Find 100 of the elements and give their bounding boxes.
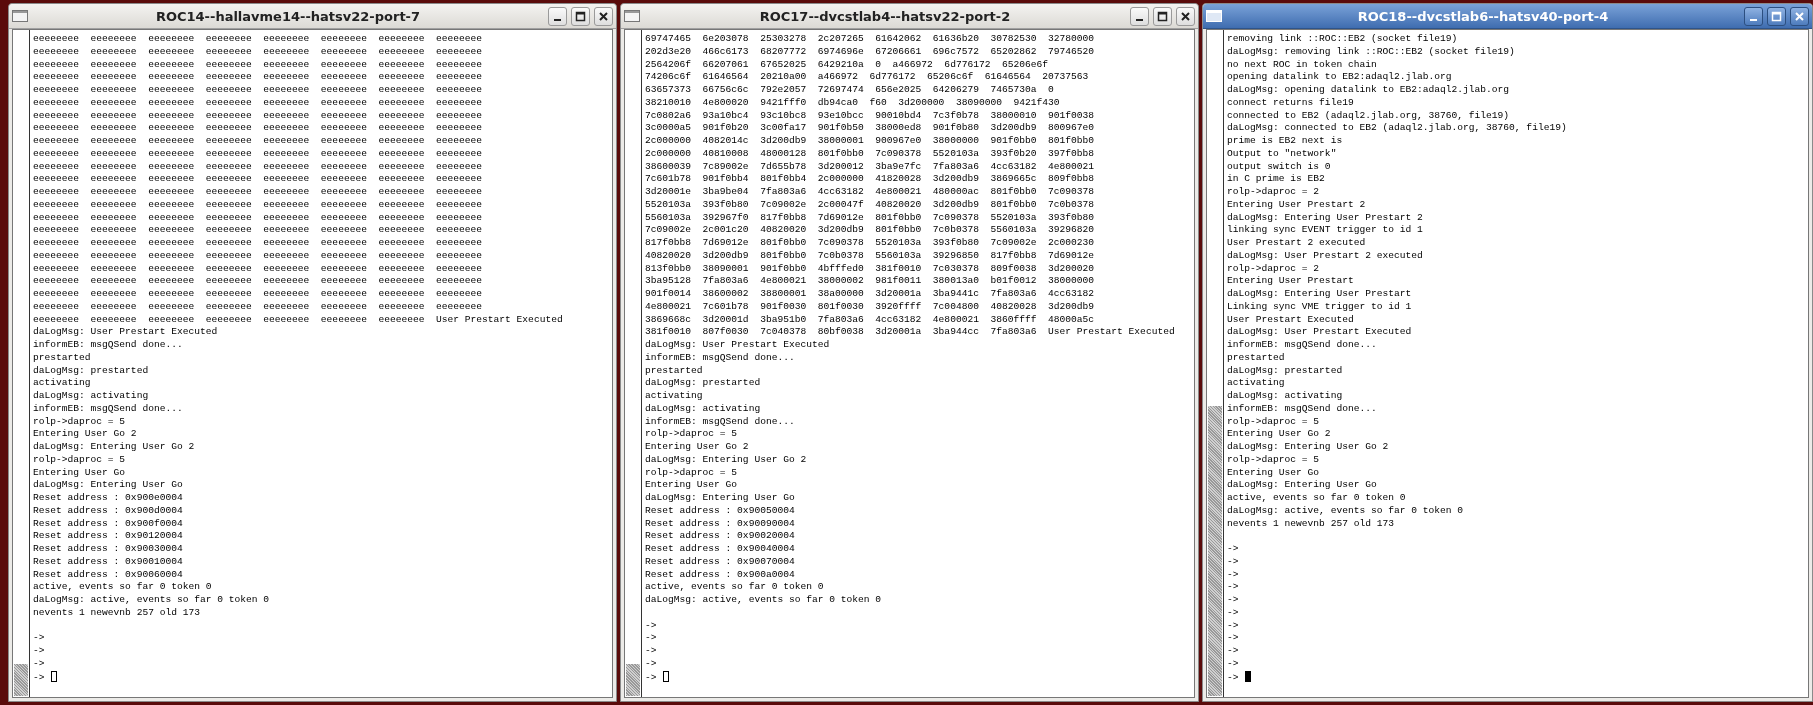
terminal-line: in C prime is EB2 bbox=[1227, 173, 1326, 186]
terminal-line: Reset address : 0x90030004 bbox=[33, 543, 184, 556]
shell-prompt: -> bbox=[1227, 581, 1239, 593]
terminal-line: prestarted bbox=[33, 351, 92, 365]
terminal-line: 69747465 6e203078 25303278 2c207265 61642062 61636b20 30782530 32780000 bbox=[645, 33, 1096, 46]
terminal-line: Reset address : 0x90060004 bbox=[33, 568, 184, 582]
terminal-line: Entering User Prestart 2 bbox=[1227, 198, 1367, 212]
terminal-line: activating bbox=[33, 377, 92, 390]
maximize-icon bbox=[1157, 10, 1168, 22]
terminal-line: 3ba95128 7fa803a6 4e800021 38000002 981f0011 380013a0 b01f0012 38000000 bbox=[645, 275, 1096, 288]
terminal-line: removing link ::ROC::EB2 (socket file19) bbox=[1227, 33, 1459, 46]
terminal-line: 63657373 66756c6c 792e2057 72697474 656e2025 64206279 7465730a 0 bbox=[645, 84, 1055, 97]
terminal-line: output switch is 0 bbox=[1227, 160, 1332, 174]
window-title: ROC14--hallavme14--hatsv22-port-7 bbox=[154, 8, 422, 24]
terminal-line: 7c601b78 901f0bb4 801f0bb4 2c000000 41820028 3d200db9 3869665c 809f0bb8 bbox=[645, 173, 1096, 186]
terminal-line: eeeeeeee eeeeeeee eeeeeeee eeeeeeee eeeeeeee eeeeeeee eeeeeeee eeeeeeee bbox=[33, 224, 484, 237]
terminal-line: daLogMsg: prestarted bbox=[1227, 364, 1344, 378]
terminal-line: eeeeeeee eeeeeeee eeeeeeee eeeeeeee eeeeeeee eeeeeeee eeeeeeee eeeeeeee bbox=[33, 300, 484, 314]
minimize-button[interactable] bbox=[1744, 6, 1763, 26]
terminal-line: 40820020 3d200db9 801f0bb0 7c0b0378 5560103a 39296850 817f0bb8 7d69012e bbox=[645, 249, 1096, 263]
maximize-icon bbox=[575, 10, 586, 22]
shell-prompt: -> bbox=[1227, 568, 1239, 580]
terminal-line: connect returns file19 bbox=[1227, 96, 1355, 110]
terminal-line: opening datalink to EB2:adaql2.jlab.org bbox=[1227, 71, 1453, 84]
terminal-line: Reset address : 0x90120004 bbox=[33, 530, 184, 543]
terminal-line: Entering User Go bbox=[33, 466, 127, 480]
terminal-line: connected to EB2 (adaql2.jlab.org, 38760, file19) bbox=[1227, 109, 1511, 123]
close-button[interactable] bbox=[594, 6, 613, 26]
close-button[interactable] bbox=[1176, 6, 1195, 26]
terminal-line: daLogMsg: Entering User Go 2 bbox=[1227, 441, 1390, 454]
terminal-line: prime is EB2 next is bbox=[1227, 135, 1344, 148]
window-title: ROC18--dvcstlab6--hatsv40-port-4 bbox=[1356, 8, 1610, 24]
terminal-line: daLogMsg: Entering User Go bbox=[645, 492, 796, 505]
terminal-line: informEB: msgQSend done... bbox=[645, 351, 796, 365]
shell-prompt: -> bbox=[1227, 657, 1239, 669]
terminal-line: rolp->daproc = 5 bbox=[645, 466, 739, 480]
close-icon bbox=[1794, 10, 1805, 22]
shell-prompt: -> bbox=[645, 657, 657, 669]
terminal-line: 4e800021 7c601b78 901f0030 801f0030 3920ffff 7c004800 40820028 3d200db9 bbox=[645, 300, 1096, 314]
terminal-line: Entering User Go bbox=[1227, 466, 1321, 480]
maximize-button[interactable] bbox=[571, 6, 590, 26]
terminal-line: daLogMsg: Entering User Prestart 2 bbox=[1227, 211, 1424, 225]
terminal-line: 74206c6f 61646564 20210a00 a466972 6d776172 65206c6f 61646564 20737563 bbox=[645, 71, 1090, 84]
scrollbar[interactable] bbox=[625, 30, 642, 697]
terminal-line: eeeeeeee eeeeeeee eeeeeeee eeeeeeee eeeeeeee eeeeeeee eeeeeeee eeeeeeee bbox=[33, 84, 484, 97]
minimize-button[interactable] bbox=[1130, 6, 1149, 26]
terminal-line: eeeeeeee eeeeeeee eeeeeeee eeeeeeee eeeeeeee eeeeeeee eeeeeeee eeeeeeee bbox=[33, 71, 484, 84]
terminal-line: Entering User Go 2 bbox=[645, 441, 750, 454]
terminal-line: daLogMsg: prestarted bbox=[645, 377, 762, 390]
shell-prompt: -> bbox=[1227, 594, 1239, 605]
terminal-line: eeeeeeee eeeeeeee eeeeeeee eeeeeeee eeeeeeee eeeeeeee eeeeeeee User Prestart Executed bbox=[33, 313, 564, 327]
terminal-line: Output to "network" bbox=[1227, 147, 1338, 161]
terminal-line: prestarted bbox=[1227, 351, 1286, 365]
window-menu-icon[interactable] bbox=[12, 10, 28, 22]
window-title: ROC17--dvcstlab4--hatsv22-port-2 bbox=[758, 8, 1012, 24]
scrollbar[interactable] bbox=[13, 30, 30, 697]
terminal-line: daLogMsg: Entering User Prestart bbox=[1227, 288, 1413, 301]
terminal-line: active, events so far 0 token 0 bbox=[1227, 492, 1407, 505]
terminal-line: eeeeeeee eeeeeeee eeeeeeee eeeeeeee eeeeeeee eeeeeeee eeeeeeee eeeeeeee bbox=[33, 186, 484, 199]
terminal-line: Reset address : 0x90040004 bbox=[645, 543, 796, 556]
terminal-line: nevents 1 newevnb 257 old 173 bbox=[33, 606, 201, 620]
close-button[interactable] bbox=[1790, 6, 1809, 26]
terminal-line: User Prestart Executed bbox=[1227, 313, 1355, 327]
terminal-line: daLogMsg: connected to EB2 (adaql2.jlab.org, 38760, file19) bbox=[1227, 122, 1568, 135]
terminal-line: rolp->daproc = 2 bbox=[1227, 262, 1321, 276]
terminal-line: prestarted bbox=[645, 364, 704, 378]
terminal-line: Linking sync VME trigger to id 1 bbox=[1227, 300, 1413, 314]
scrollbar[interactable] bbox=[1207, 30, 1224, 697]
scrollbar-thumb[interactable] bbox=[1208, 406, 1222, 696]
terminal-line: activating bbox=[645, 390, 704, 403]
minimize-icon bbox=[1750, 18, 1757, 21]
terminal-line: daLogMsg: User Prestart Executed bbox=[33, 326, 219, 339]
terminal-line: rolp->daproc = 5 bbox=[33, 453, 127, 467]
shell-prompt: -> bbox=[33, 645, 45, 656]
terminal-line: 2c000000 40810008 48000128 801f0bb0 7c090378 5520103a 393f0b20 397f0bb8 bbox=[645, 147, 1096, 161]
terminal-line: active, events so far 0 token 0 bbox=[33, 581, 213, 594]
terminal-line: 7c0802a6 93a10bc4 93c10bc8 93e10bcc 90010bd4 7c3f0b78 38000010 901f0038 bbox=[645, 109, 1096, 123]
terminal-line: daLogMsg: removing link ::ROC::EB2 (socket file19) bbox=[1227, 45, 1516, 59]
terminal-line: daLogMsg: User Prestart Executed bbox=[1227, 326, 1413, 339]
maximize-button[interactable] bbox=[1153, 6, 1172, 26]
maximize-button[interactable] bbox=[1767, 6, 1786, 26]
shell-prompt: -> bbox=[1227, 645, 1239, 656]
shell-prompt: -> bbox=[645, 619, 657, 631]
terminal-line: 901f0014 38600002 38800001 38a00000 3d20001a 3ba9441c 7fa803a6 4cc63182 bbox=[645, 288, 1096, 301]
terminal-line: User Prestart 2 executed bbox=[1227, 237, 1367, 250]
terminal-line: rolp->daproc = 2 bbox=[1227, 186, 1321, 199]
shell-prompt: -> bbox=[33, 657, 45, 669]
terminal-line: eeeeeeee eeeeeeee eeeeeeee eeeeeeee eeeeeeee eeeeeeee eeeeeeee eeeeeeee bbox=[33, 275, 484, 288]
terminal-line: Reset address : 0x90020004 bbox=[645, 530, 796, 543]
terminal-line: Reset address : 0x900d0004 bbox=[33, 504, 184, 518]
terminal-line: eeeeeeee eeeeeeee eeeeeeee eeeeeeee eeeeeeee eeeeeeee eeeeeeee eeeeeeee bbox=[33, 198, 484, 212]
scrollbar-thumb[interactable] bbox=[14, 664, 28, 696]
shell-prompt: -> bbox=[645, 632, 657, 644]
terminal-line: informEB: msgQSend done... bbox=[1227, 402, 1378, 416]
terminal-line: eeeeeeee eeeeeeee eeeeeeee eeeeeeee eeeeeeee eeeeeeee eeeeeeee eeeeeeee bbox=[33, 147, 484, 161]
scrollbar-thumb[interactable] bbox=[626, 664, 640, 696]
shell-prompt: -> bbox=[33, 671, 45, 683]
window-menu-icon[interactable] bbox=[624, 10, 640, 22]
minimize-icon bbox=[554, 18, 561, 21]
minimize-button[interactable] bbox=[548, 6, 567, 26]
